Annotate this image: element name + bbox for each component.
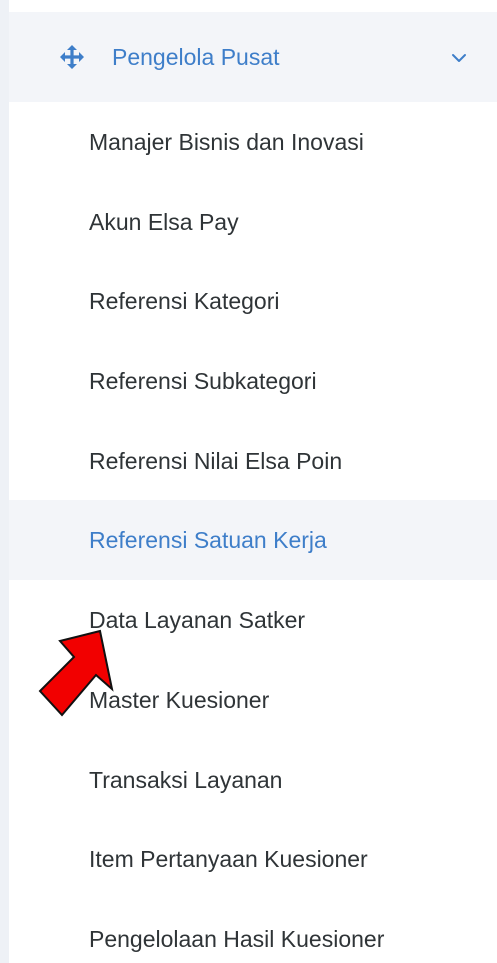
sidebar-item-label: Referensi Satuan Kerja <box>89 527 327 554</box>
sidebar-item-referensi-satuan-kerja[interactable]: Referensi Satuan Kerja <box>9 500 497 581</box>
sidebar-item-label: Akun Elsa Pay <box>89 208 239 235</box>
chevron-down-icon[interactable] <box>451 52 467 64</box>
sidebar-item-label: Pengelolaan Hasil Kuesioner <box>89 925 385 952</box>
sidebar-item-akun-elsa-pay[interactable]: Akun Elsa Pay <box>9 182 497 262</box>
sidebar-item-label: Referensi Kategori <box>89 288 280 315</box>
sidebar-item-transaksi-layanan[interactable]: Transaksi Layanan <box>9 740 497 820</box>
sidebar-item-label: Item Pertanyaan Kuesioner <box>89 846 368 873</box>
sidebar-item-manajer-bisnis-dan-inovasi[interactable]: Manajer Bisnis dan Inovasi <box>9 102 497 182</box>
sidebar-item-master-kuesioner[interactable]: Master Kuesioner <box>9 660 497 740</box>
sidebar-item-pengelolaan-hasil-kuesioner[interactable]: Pengelolaan Hasil Kuesioner <box>9 899 497 963</box>
sidebar-item-referensi-kategori[interactable]: Referensi Kategori <box>9 261 497 341</box>
move-arrows-icon <box>60 45 84 69</box>
left-rail <box>0 0 9 963</box>
sidebar-item-label: Referensi Nilai Elsa Poin <box>89 447 343 474</box>
sidebar-item-label: Master Kuesioner <box>89 686 270 713</box>
page: Pengelola Pusat Manajer Bisnis dan Inova… <box>0 0 497 963</box>
sidebar-group-label: Pengelola Pusat <box>112 44 280 70</box>
sidebar-item-label: Transaksi Layanan <box>89 766 283 793</box>
sidebar-submenu: Manajer Bisnis dan Inovasi Akun Elsa Pay… <box>9 102 497 963</box>
sidebar-item-item-pertanyaan-kuesioner[interactable]: Item Pertanyaan Kuesioner <box>9 819 497 899</box>
sidebar-item-label: Referensi Subkategori <box>89 368 317 395</box>
sidebar-item-label: Manajer Bisnis dan Inovasi <box>89 129 364 155</box>
sidebar-item-referensi-subkategori[interactable]: Referensi Subkategori <box>9 341 497 421</box>
sidebar-group-pengelola-pusat[interactable]: Pengelola Pusat <box>9 12 497 102</box>
sidebar-nav: Pengelola Pusat Manajer Bisnis dan Inova… <box>9 12 497 963</box>
sidebar-item-label: Data Layanan Satker <box>89 607 306 634</box>
sidebar-item-referensi-nilai-elsa-poin[interactable]: Referensi Nilai Elsa Poin <box>9 421 497 501</box>
sidebar-item-data-layanan-satker[interactable]: Data Layanan Satker <box>9 580 497 660</box>
